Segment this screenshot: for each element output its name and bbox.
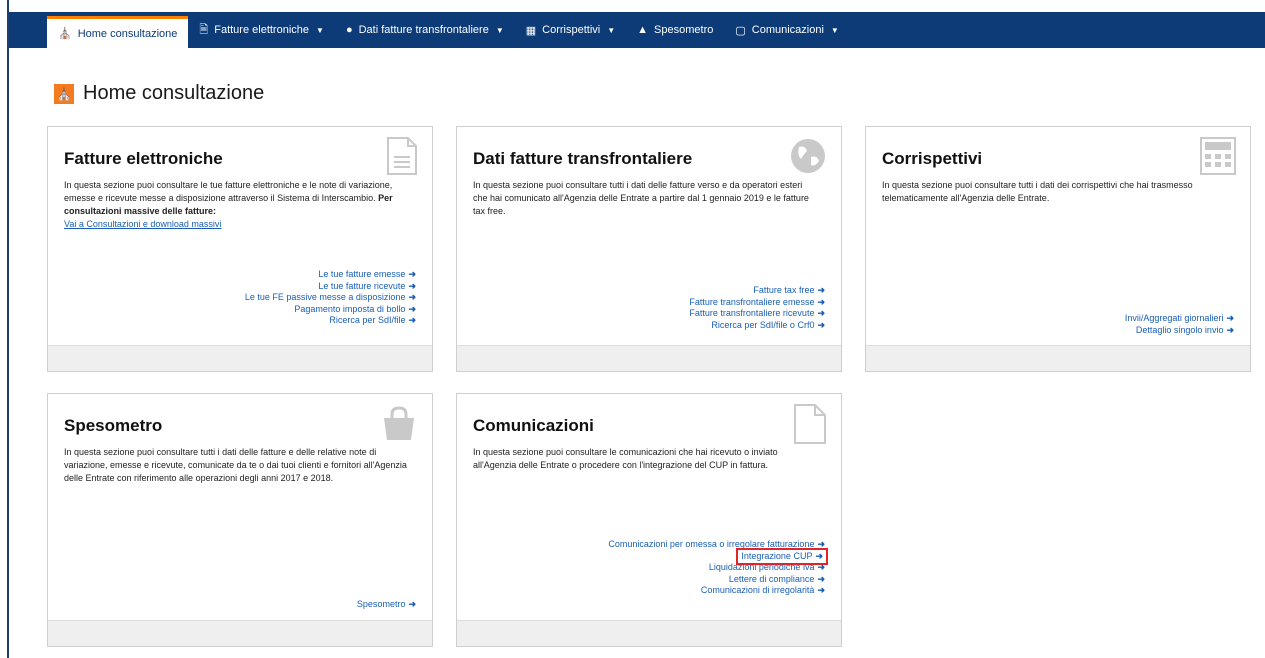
- page-title: ⛪ Home consultazione: [54, 82, 264, 105]
- card-description: In questa sezione puoi consultare le com…: [473, 447, 778, 470]
- arrow-right-icon: ➜: [817, 319, 825, 330]
- arrow-right-icon: ➜: [1226, 324, 1234, 335]
- card-title: Corrispettivi: [882, 149, 983, 168]
- card-footer: [48, 620, 432, 646]
- arrow-right-icon: ➜: [408, 292, 416, 302]
- link-fatture-emesse[interactable]: Le tue fatture emesse ➜: [245, 269, 416, 281]
- arrow-right-icon: ➜: [815, 550, 823, 561]
- chevron-down-icon: ▼: [495, 25, 504, 35]
- card-title: Dati fatture transfrontaliere: [473, 149, 693, 168]
- nav-label: Fatture elettroniche: [214, 24, 310, 36]
- card-links: Le tue fatture emesse ➜ Le tue fatture ri…: [245, 269, 416, 327]
- nav-home-consultazione[interactable]: ⛪ Home consultazione: [47, 16, 189, 48]
- card-description: In questa sezione puoi consultare tutti …: [64, 447, 407, 483]
- card-description: In questa sezione puoi consultare tutti …: [882, 180, 1193, 203]
- arrow-right-icon: ➜: [817, 308, 825, 318]
- link-omessa-fatturazione[interactable]: Comunicazioni per omessa o irregolare fa…: [608, 539, 825, 551]
- nav-label: Home consultazione: [77, 27, 178, 40]
- card-title: Spesometro: [64, 416, 163, 435]
- arrow-right-icon: ➜: [817, 585, 825, 595]
- page-title-text: Home consultazione: [83, 82, 265, 104]
- arrow-right-icon: ➜: [408, 599, 416, 609]
- link-spesometro[interactable]: Spesometro ➜: [357, 599, 416, 611]
- nav-label: Corrispettivi: [542, 24, 601, 36]
- card-links: Fatture tax free ➜ Fatture transfrontalie…: [689, 285, 825, 331]
- link-liquidazioni-iva[interactable]: Liquidazioni periodiche iva ➜: [608, 562, 825, 574]
- card-description: In questa sezione puoi consultare tutti …: [473, 180, 809, 216]
- card-comunicazioni: Comunicazioni In questa sezione puoi con…: [456, 393, 842, 647]
- app-frame: ⛪ Home consultazione 🗎 Fatture elettroni…: [7, 0, 1265, 658]
- nav-label: Dati fatture transfrontaliere: [358, 24, 489, 36]
- link-fatture-ricevute[interactable]: Le tue fatture ricevute ➜: [245, 281, 416, 293]
- arrow-right-icon: ➜: [817, 573, 825, 584]
- card-dati-fatture-transfrontaliere: Dati fatture transfrontaliere In questa …: [456, 126, 842, 372]
- consultazioni-massive-link[interactable]: Vai a Consultazioni e download massivi: [64, 219, 221, 229]
- nav-label: Comunicazioni: [751, 24, 824, 36]
- link-fe-passive[interactable]: Le tue FE passive messe a disposizione ➜: [245, 292, 416, 304]
- nav-dati-fatture-transfrontaliere[interactable]: ● Dati fatture transfrontaliere ▼: [335, 12, 515, 48]
- card-links: Spesometro ➜: [357, 599, 416, 611]
- link-ricerca-sdi[interactable]: Ricerca per SdI/file ➜: [245, 315, 416, 327]
- document-icon: 🗎: [199, 23, 209, 36]
- calculator-icon: ▦: [525, 24, 537, 37]
- card-description: In questa sezione puoi consultare le tue…: [64, 179, 409, 231]
- arrow-right-icon: ➜: [817, 296, 825, 307]
- card-spesometro: Spesometro In questa sezione puoi consul…: [47, 393, 433, 647]
- card-links: Comunicazioni per omessa o irregolare fa…: [608, 539, 828, 597]
- card-desc-text: In questa sezione puoi consultare le tue…: [64, 180, 393, 203]
- arrow-right-icon: ➜: [408, 303, 416, 314]
- card-fatture-elettroniche: Fatture elettroniche In questa sezione p…: [47, 126, 433, 372]
- bag-icon: ▲: [637, 24, 649, 36]
- link-imposta-bollo[interactable]: Pagamento imposta di bollo ➜: [245, 304, 416, 316]
- card-corrispettivi: Corrispettivi In questa sezione puoi con…: [865, 126, 1251, 372]
- nav-fatture-elettroniche[interactable]: 🗎 Fatture elettroniche ▼: [188, 12, 335, 48]
- arrow-right-icon: ➜: [408, 315, 416, 325]
- card-footer: [457, 620, 841, 646]
- arrow-right-icon: ➜: [817, 285, 825, 295]
- arrow-right-icon: ➜: [1226, 313, 1234, 323]
- nav-comunicazioni[interactable]: ▢ Comunicazioni ▼: [724, 12, 849, 48]
- link-dettaglio-invio[interactable]: Dettaglio singolo invio ➜: [1125, 325, 1234, 337]
- link-transfrontaliere-emesse[interactable]: Fatture transfrontaliere emesse ➜: [689, 297, 825, 309]
- home-icon: ⛪: [58, 28, 72, 40]
- link-ricerca-sdi-crf0[interactable]: Ricerca per SdI/file o Crf0 ➜: [689, 320, 825, 332]
- nav-label: Spesometro: [654, 24, 714, 36]
- link-invii-aggregati[interactable]: Invii/Aggregati giornalieri ➜: [1125, 313, 1234, 325]
- card-footer: [457, 345, 841, 371]
- link-fatture-tax-free[interactable]: Fatture tax free ➜: [689, 285, 825, 297]
- globe-icon: ●: [345, 24, 353, 36]
- card-title: Fatture elettroniche: [64, 149, 223, 168]
- arrow-right-icon: ➜: [408, 269, 416, 279]
- home-icon: ⛪: [54, 83, 74, 104]
- link-transfrontaliere-ricevute[interactable]: Fatture transfrontaliere ricevute ➜: [689, 308, 825, 320]
- top-navbar: ⛪ Home consultazione 🗎 Fatture elettroni…: [9, 12, 1265, 48]
- card-title: Comunicazioni: [473, 416, 594, 435]
- chevron-down-icon: ▼: [316, 25, 324, 35]
- chevron-down-icon: ▼: [830, 25, 839, 35]
- card-footer: [48, 345, 432, 371]
- nav-corrispettivi[interactable]: ▦ Corrispettivi ▼: [515, 12, 626, 48]
- link-irregolarita[interactable]: Comunicazioni di irregolarità ➜: [608, 585, 825, 597]
- card-footer: [866, 345, 1250, 371]
- nav-spesometro[interactable]: ▲ Spesometro: [626, 12, 724, 48]
- link-lettere-compliance[interactable]: Lettere di compliance ➜: [608, 574, 825, 586]
- file-icon: ▢: [735, 24, 746, 37]
- chevron-down-icon: ▼: [607, 25, 616, 35]
- arrow-right-icon: ➜: [817, 562, 825, 572]
- link-integrazione-cup[interactable]: Integrazione CUP ➜: [736, 547, 828, 565]
- arrow-right-icon: ➜: [817, 539, 825, 549]
- card-links: Invii/Aggregati giornalieri ➜ Dettaglio s…: [1125, 313, 1234, 336]
- arrow-right-icon: ➜: [408, 280, 416, 291]
